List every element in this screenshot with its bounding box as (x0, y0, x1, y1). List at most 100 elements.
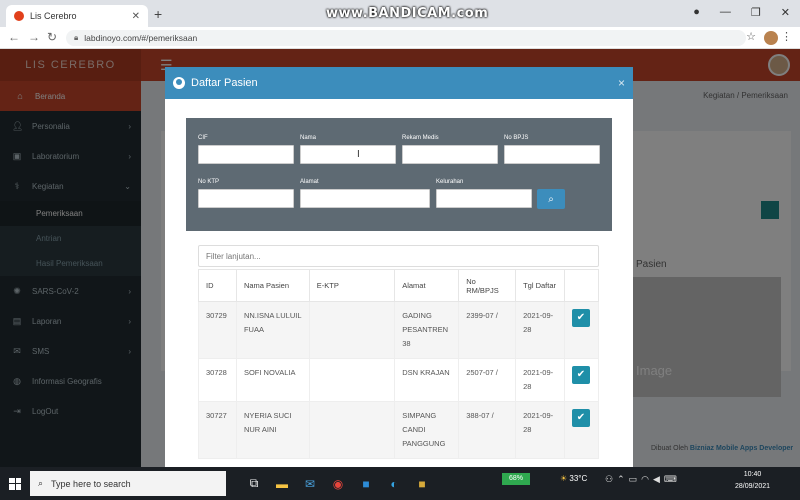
table-header-row: ID Nama Pasien E-KTP Alamat No RM/BPJS T… (198, 269, 600, 302)
filter-search-button[interactable]: ⌕ (537, 189, 565, 209)
modal-title: Daftar Pasien (191, 77, 258, 89)
no-ktp-label: No KTP (198, 179, 220, 185)
col-id[interactable]: ID (198, 269, 237, 302)
sun-icon: ☀ (560, 474, 568, 483)
cell-tgl: 2021-09-28 (515, 358, 565, 402)
patient-table: ID Nama Pasien E-KTP Alamat No RM/BPJS T… (198, 269, 600, 459)
col-alamat[interactable]: Alamat (394, 269, 460, 302)
table-row[interactable]: 30729 NN.ISNA LULUIL FUAA GADING PESANTR… (198, 301, 600, 359)
back-icon[interactable]: ← (8, 30, 20, 44)
text-cursor-icon: I (357, 149, 360, 160)
col-tgl-daftar[interactable]: Tgl Daftar (515, 269, 565, 302)
url-field[interactable]: 🔒︎ labdinoyo.com/#/pemeriksaan (66, 30, 746, 46)
chevron-up-icon[interactable]: ⌃ (617, 474, 629, 484)
start-button[interactable] (0, 467, 30, 500)
no-bpjs-label: No BPJS (504, 135, 529, 141)
filter-panel: CIF Nama Rekam Medis No BPJS No KTP Alam… (186, 118, 612, 231)
file-explorer-icon[interactable]: ▬ (268, 467, 296, 500)
advanced-filter-input[interactable] (198, 245, 599, 267)
cell-action: ✔ (563, 358, 600, 402)
mail-icon[interactable]: ✉ (296, 467, 324, 500)
cell-tgl: 2021-09-28 (515, 301, 565, 359)
people-icon[interactable]: ⚇ (605, 474, 617, 484)
bookmark-star-icon[interactable]: ☆ (746, 30, 756, 43)
cell-id: 30727 (198, 401, 237, 459)
clock-time: 10:40 (743, 471, 762, 478)
cell-ektp (308, 401, 396, 459)
browser-menu-icon[interactable]: ⋮ (781, 30, 792, 43)
cpu-usage-badge[interactable]: 68% (502, 473, 530, 485)
col-nama-pasien[interactable]: Nama Pasien (235, 269, 310, 302)
no-ktp-field[interactable] (198, 189, 294, 208)
close-modal-icon[interactable]: × (618, 76, 625, 90)
table-row[interactable]: 30727 NYERIA SUCI NUR AINI SIMPANG CANDI… (198, 401, 600, 459)
rekam-medis-field[interactable] (402, 145, 498, 164)
daftar-pasien-modal: Daftar Pasien × CIF Nama Rekam Medis No … (165, 67, 633, 467)
record-icon[interactable]: ● (693, 6, 700, 19)
weather-widget[interactable]: ☀ 33°C (560, 474, 587, 483)
lock-icon: 🔒︎ (74, 33, 79, 42)
monitor-icon[interactable]: ▭ (629, 474, 642, 484)
cell-alamat: DSN KRAJAN (394, 358, 460, 402)
cell-norm: 388-07 / (458, 401, 517, 459)
volume-icon[interactable]: ◀ (653, 474, 664, 484)
cell-id: 30729 (198, 301, 237, 359)
favicon-icon (14, 11, 24, 21)
kelurahan-label: Kelurahan (436, 179, 464, 185)
task-view-icon[interactable]: ⧉ (240, 467, 268, 500)
cell-nama: NN.ISNA LULUIL FUAA (235, 301, 310, 359)
col-no-rm-bpjs[interactable]: No RM/BPJS (458, 269, 517, 302)
close-window-icon[interactable]: ✕ (781, 6, 790, 19)
alamat-label: Alamat (300, 179, 319, 185)
search-icon: ⌕ (548, 193, 554, 205)
window-controls: ● — ❐ ✕ (693, 6, 790, 19)
profile-avatar[interactable] (764, 31, 778, 45)
select-check-button[interactable]: ✔ (571, 366, 590, 384)
cell-norm: 2507-07 / (458, 358, 517, 402)
table-row[interactable]: 30728 SOFI NOVALIA DSN KRAJAN 2507-07 / … (198, 358, 600, 402)
cell-action: ✔ (563, 401, 600, 459)
cell-nama: SOFI NOVALIA (235, 358, 310, 402)
keyboard-icon[interactable]: ⌨ (664, 474, 681, 484)
maximize-icon[interactable]: ❐ (751, 6, 761, 19)
cell-tgl: 2021-09-28 (515, 401, 565, 459)
reload-icon[interactable]: ↻ (47, 30, 57, 44)
taskbar-search-placeholder: Type here to search (51, 478, 131, 489)
cell-ektp (308, 358, 396, 402)
url-text: labdinoyo.com/#/pemeriksaan (84, 33, 198, 43)
alamat-field[interactable] (300, 189, 430, 208)
new-tab-icon[interactable]: + (154, 6, 162, 22)
edge-icon[interactable]: ◐ (380, 467, 408, 500)
minimize-icon[interactable]: — (720, 6, 731, 19)
app-l-icon[interactable]: ■ (352, 467, 380, 500)
close-tab-icon[interactable]: ✕ (132, 11, 140, 22)
select-check-button[interactable]: ✔ (571, 409, 590, 427)
browser-tab-bar: Lis Cerebro ✕ + www.BANDICAM.com ● — ❐ ✕ (0, 0, 800, 27)
forward-icon[interactable]: → (28, 30, 40, 44)
notes-icon[interactable]: ■ (408, 467, 436, 500)
tab-title: Lis Cerebro (30, 11, 77, 21)
cif-field[interactable] (198, 145, 294, 164)
no-bpjs-field[interactable] (504, 145, 600, 164)
col-e-ktp[interactable]: E-KTP (308, 269, 396, 302)
nama-field[interactable] (300, 145, 396, 164)
clock-date: 28/09/2021 (735, 483, 771, 490)
cell-nama: NYERIA SUCI NUR AINI (235, 401, 310, 459)
select-check-button[interactable]: ✔ (571, 309, 590, 327)
wifi-icon[interactable]: ◠ (641, 474, 653, 484)
col-action (563, 269, 600, 302)
taskbar-search-box[interactable]: ⌕ Type here to search (30, 471, 226, 496)
browser-tab[interactable]: Lis Cerebro ✕ (6, 5, 148, 27)
cell-ektp (308, 301, 396, 359)
weather-temp: 33°C (569, 474, 588, 483)
cell-action: ✔ (563, 301, 600, 359)
system-tray: ⚇⌃▭◠◀⌨ (605, 474, 681, 485)
user-circle-icon (173, 77, 185, 89)
modal-header: Daftar Pasien × (165, 67, 633, 99)
search-icon: ⌕ (38, 478, 44, 488)
chrome-icon[interactable]: ◉ (324, 467, 352, 500)
cell-alamat: SIMPANG CANDI PANGGUNG (394, 401, 460, 459)
rekam-medis-label: Rekam Medis (402, 135, 439, 141)
clock[interactable]: 10:40 28/09/2021 (735, 469, 770, 493)
kelurahan-field[interactable] (436, 189, 532, 208)
